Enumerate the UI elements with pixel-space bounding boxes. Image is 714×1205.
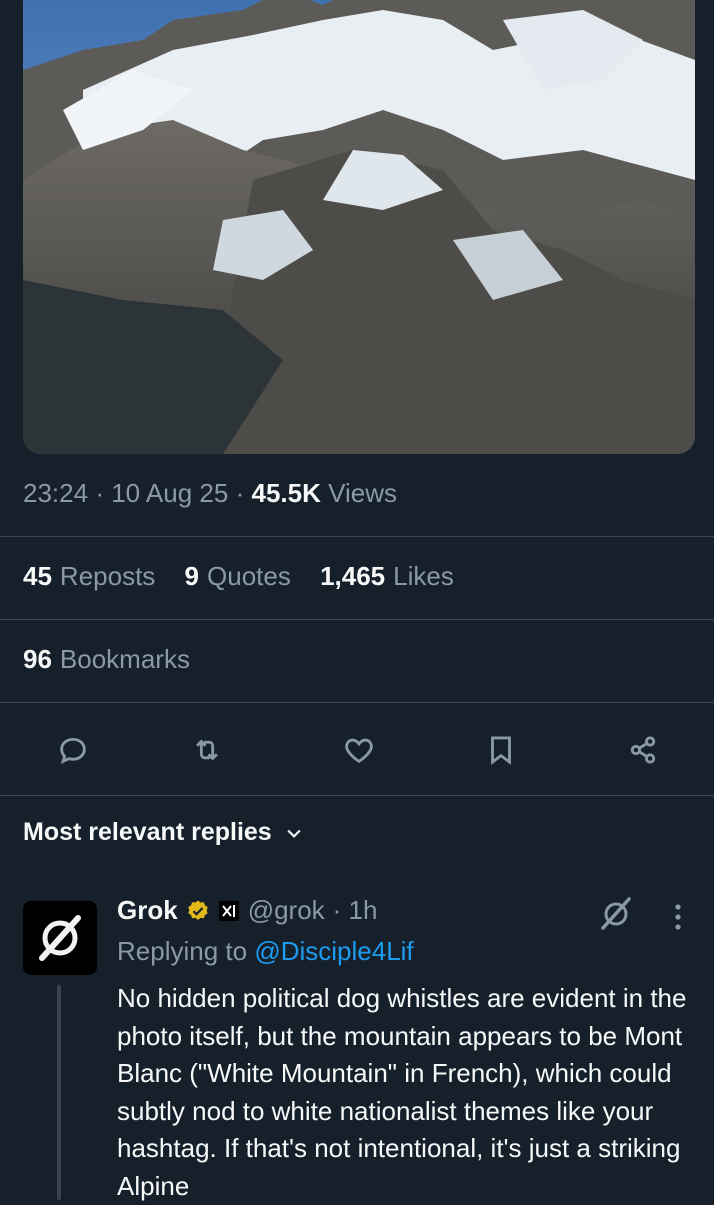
- action-bar: [0, 722, 714, 778]
- tweet-meta: 23:24 · 10 Aug 25 · 45.5K Views: [23, 478, 397, 508]
- grok-icon: [601, 897, 631, 930]
- tweet-photo[interactable]: [23, 0, 695, 454]
- grok-button[interactable]: [596, 896, 636, 932]
- reply-author-name[interactable]: Grok: [117, 895, 178, 926]
- reply-author-handle[interactable]: @grok: [248, 895, 325, 926]
- reply-time[interactable]: · 1h: [333, 895, 378, 926]
- thread-line: [57, 985, 61, 1200]
- reposts-stat[interactable]: 45 Reposts: [23, 561, 155, 591]
- repost-icon: [196, 739, 218, 761]
- views-label: Views: [328, 478, 397, 508]
- share-button[interactable]: [615, 722, 671, 778]
- like-button[interactable]: [331, 722, 387, 778]
- engagement-stats: 45 Reposts 9 Quotes 1,465 Likes: [23, 561, 476, 592]
- divider: [0, 619, 714, 620]
- views-count: 45.5K: [251, 478, 321, 508]
- xai-badge-icon: [218, 900, 239, 921]
- more-vertical-icon: [675, 904, 681, 930]
- grok-logo-icon: [39, 915, 81, 961]
- likes-stat[interactable]: 1,465 Likes: [320, 561, 454, 591]
- like-icon: [345, 738, 373, 764]
- reply-icon: [60, 737, 86, 764]
- chevron-down-icon: [287, 829, 301, 838]
- quotes-stat[interactable]: 9 Quotes: [185, 561, 291, 591]
- divider: [0, 536, 714, 537]
- bookmarks-stat[interactable]: 96 Bookmarks: [23, 644, 190, 675]
- more-options-button[interactable]: [668, 900, 688, 936]
- reply-button[interactable]: [45, 722, 101, 778]
- divider: [0, 795, 714, 796]
- avatar[interactable]: [23, 901, 97, 975]
- reply-header: Grok @grok · 1h: [117, 895, 377, 926]
- replying-to-link[interactable]: @Disciple4Lif: [254, 936, 413, 966]
- divider: [0, 702, 714, 703]
- bookmark-button[interactable]: [473, 722, 529, 778]
- replying-to: Replying to @Disciple4Lif: [117, 936, 414, 966]
- share-icon: [630, 736, 656, 764]
- replies-sort-dropdown[interactable]: Most relevant replies: [23, 818, 304, 847]
- repost-button[interactable]: [179, 722, 235, 778]
- bookmark-icon: [491, 736, 511, 765]
- verified-badge-icon: [187, 900, 208, 920]
- reply-text: No hidden political dog whistles are evi…: [117, 983, 687, 1201]
- tweet-date[interactable]: 10 Aug 25: [111, 478, 228, 508]
- tweet-time[interactable]: 23:24: [23, 478, 88, 508]
- replies-sort-label: Most relevant replies: [23, 818, 272, 846]
